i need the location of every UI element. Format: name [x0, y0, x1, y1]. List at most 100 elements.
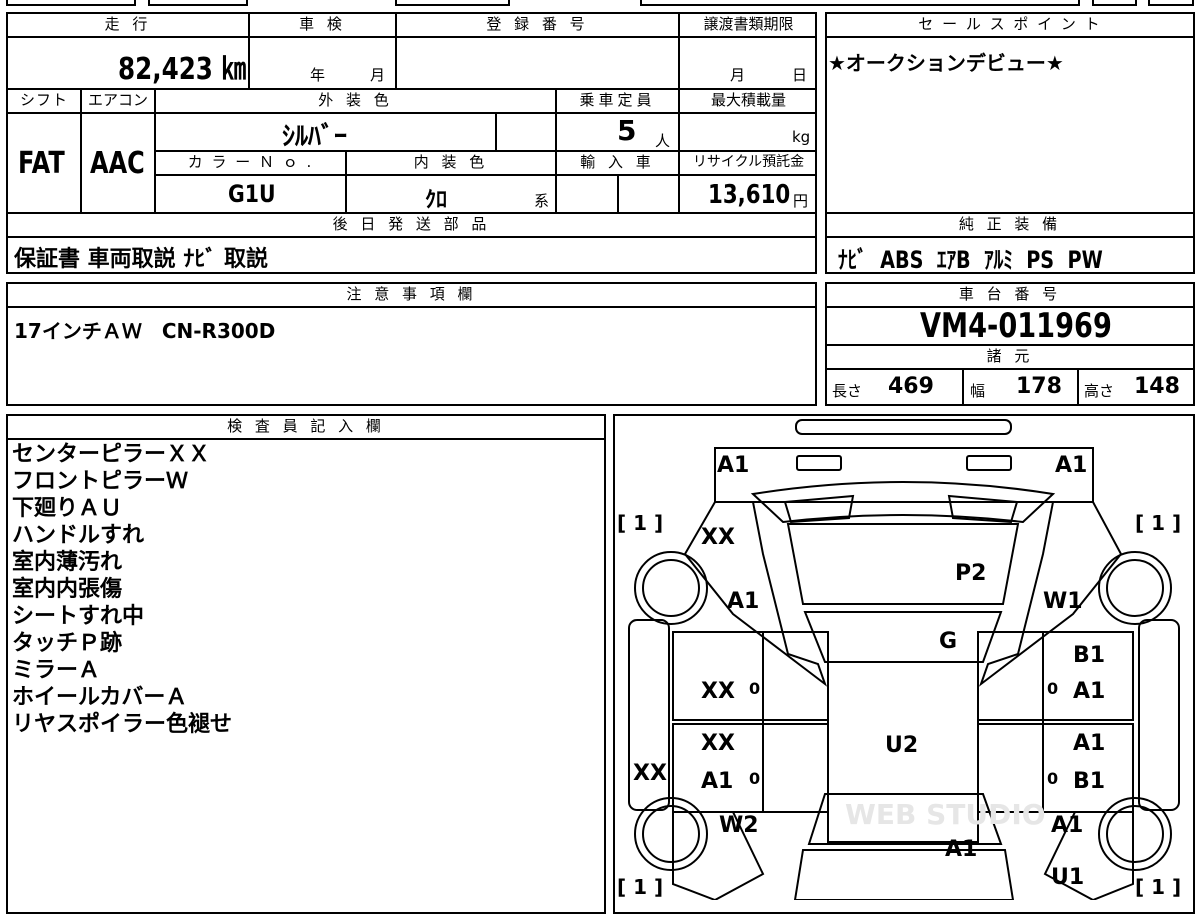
- headlight-left: [796, 455, 842, 471]
- specs-header: 諸 元: [986, 347, 1034, 365]
- door-mark-rl: 0: [749, 769, 760, 788]
- recycle-unit: 円: [793, 192, 809, 210]
- spec-length-value: 469: [888, 374, 934, 399]
- front-grille-bar: [795, 419, 1012, 435]
- mark-rl-side: XX: [633, 761, 667, 786]
- mark-front-right: A1: [1055, 453, 1087, 478]
- mark-fl-pillar: XX: [701, 525, 735, 550]
- transfer-month-unit: 月: [730, 66, 746, 84]
- capacity-unit: 人: [655, 132, 671, 150]
- mark-rl-door-1: XX: [701, 731, 735, 756]
- inspection-month-unit: 月: [370, 66, 386, 84]
- sill-right: [1138, 619, 1180, 811]
- inspector-note: 下廻りＡＵ: [12, 496, 123, 521]
- spec-height-value: 148: [1134, 374, 1180, 399]
- exterior-color-header: 外 装 色: [318, 91, 393, 109]
- inspector-note: 室内薄汚れ: [12, 550, 123, 575]
- mileage-value: 82,423 ㎞: [118, 52, 247, 87]
- inspection-header: 車 検: [299, 15, 346, 33]
- max-load-header: 最大積載量: [710, 91, 786, 109]
- watermark: WEB STUDIO: [845, 798, 1046, 831]
- inspection-year-unit: 年: [310, 66, 326, 84]
- door-mark-rr: 0: [1047, 769, 1058, 788]
- inspector-note: タッチＰ跡: [12, 631, 123, 656]
- mark-hood: P2: [955, 561, 986, 586]
- sales-point-value: ★オークションデビュー★: [828, 51, 1064, 75]
- sales-point-header: セ ー ル ス ポ イ ン ト: [918, 15, 1102, 33]
- inspector-note: シートすれ中: [12, 604, 145, 629]
- tire-label-rr: [ 1 ]: [1135, 875, 1181, 899]
- notes-header: 注 意 事 項 欄: [346, 285, 477, 303]
- mark-rear-right: U1: [1051, 865, 1084, 890]
- transfer-day-unit: 日: [792, 66, 808, 84]
- mileage-header: 走 行: [104, 15, 152, 33]
- tire-front-right: [1098, 551, 1172, 625]
- inspector-note: ミラーＡ: [12, 658, 101, 683]
- notes-value: 17インチＡＷ CN-R300D: [14, 319, 276, 343]
- inspector-notes-header: 検 査 員 記 入 欄: [227, 417, 385, 435]
- mark-rl-door-2: A1: [701, 769, 733, 794]
- color-no-header: カ ラ ー Ｎ ｏ .: [187, 153, 314, 171]
- mark-rr-door-1: A1: [1073, 731, 1105, 756]
- capacity-value: 5: [617, 114, 637, 147]
- import-header: 輸 入 車: [580, 153, 655, 171]
- max-load-unit: kg: [792, 128, 811, 146]
- mark-roof: U2: [885, 733, 918, 758]
- tire-label-fl: [ 1 ]: [617, 511, 663, 535]
- mark-front-left: A1: [717, 453, 749, 478]
- door-mark-fr: 0: [1047, 679, 1058, 698]
- transfer-deadline-header: 譲渡書類期限: [703, 15, 794, 33]
- mark-windshield: G: [939, 629, 957, 654]
- shift-value: FAT: [18, 146, 65, 181]
- sales-point-box: [825, 12, 1195, 214]
- headlight-right: [966, 455, 1012, 471]
- mark-rr-fender: A1: [1051, 813, 1083, 838]
- mark-rear: A1: [945, 837, 977, 862]
- top-strip: [0, 0, 1200, 8]
- inspector-note: センターピラーＸＸ: [12, 442, 211, 467]
- mark-fl-fender: A1: [727, 589, 759, 614]
- front-bumper: [714, 447, 1094, 503]
- interior-color-suffix: 系: [534, 192, 550, 210]
- later-parts-value: 保証書 車両取説 ﾅﾋﾞ 取説: [14, 247, 268, 272]
- tire-rear-right: [1098, 797, 1172, 871]
- tire-label-fr: [ 1 ]: [1135, 511, 1181, 535]
- tire-front-left: [634, 551, 708, 625]
- color-no-value: G1U: [228, 180, 276, 208]
- chassis-value: VM4-011969: [920, 306, 1112, 346]
- mark-fr-door-2: A1: [1073, 679, 1105, 704]
- later-parts-header: 後 日 発 送 部 品: [332, 215, 491, 233]
- car-damage-diagram: A1 A1 P2 G U2 XX A1 W1 XX B1 A1 XX A1 XX…: [617, 419, 1181, 900]
- tire-rear-left: [634, 797, 708, 871]
- chassis-header: 車 台 番 号: [958, 285, 1062, 303]
- interior-color-value: ｸﾛ: [425, 188, 448, 213]
- tire-label-rl: [ 1 ]: [617, 875, 663, 899]
- inspector-note: フロントピラーＷ: [12, 469, 189, 494]
- inspector-notes-list: センターピラーＸＸ フロントピラーＷ 下廻りＡＵ ハンドルすれ 室内薄汚れ 室内…: [12, 441, 592, 738]
- inspector-note: ホイールカバーＡ: [12, 685, 188, 710]
- inspector-note: 室内内張傷: [12, 577, 123, 602]
- spec-length-label: 長さ: [832, 382, 863, 400]
- registration-header: 登 録 番 号: [486, 15, 589, 33]
- interior-color-header: 内 装 色: [413, 153, 489, 171]
- standard-equipment-header: 純 正 装 備: [958, 215, 1062, 233]
- windshield: [803, 611, 1003, 663]
- door-mark-fl: 0: [749, 679, 760, 698]
- door-front-right: [977, 631, 1134, 721]
- spec-height-label: 高さ: [1084, 382, 1115, 400]
- mark-fl-door: XX: [701, 679, 735, 704]
- aircon-header: エアコン: [87, 91, 148, 109]
- recycle-value: 13,610: [708, 180, 791, 210]
- inspector-note: ハンドルすれ: [12, 523, 145, 548]
- door-rear-left: [672, 723, 829, 813]
- mark-fr-fender: W1: [1043, 589, 1083, 614]
- spec-width-label: 幅: [970, 382, 986, 400]
- exterior-color-value: ｼﾙﾊﾞｰ: [282, 122, 348, 152]
- mark-fr-door-1: B1: [1073, 643, 1105, 668]
- aircon-value: AAC: [90, 146, 145, 181]
- mark-rl-fender: W2: [719, 813, 759, 838]
- door-front-left: [672, 631, 829, 721]
- recycle-header: リサイクル預託金: [692, 154, 805, 170]
- shift-header: シフト: [19, 91, 68, 109]
- inspector-note: リヤスポイラー色褪せ: [12, 712, 233, 737]
